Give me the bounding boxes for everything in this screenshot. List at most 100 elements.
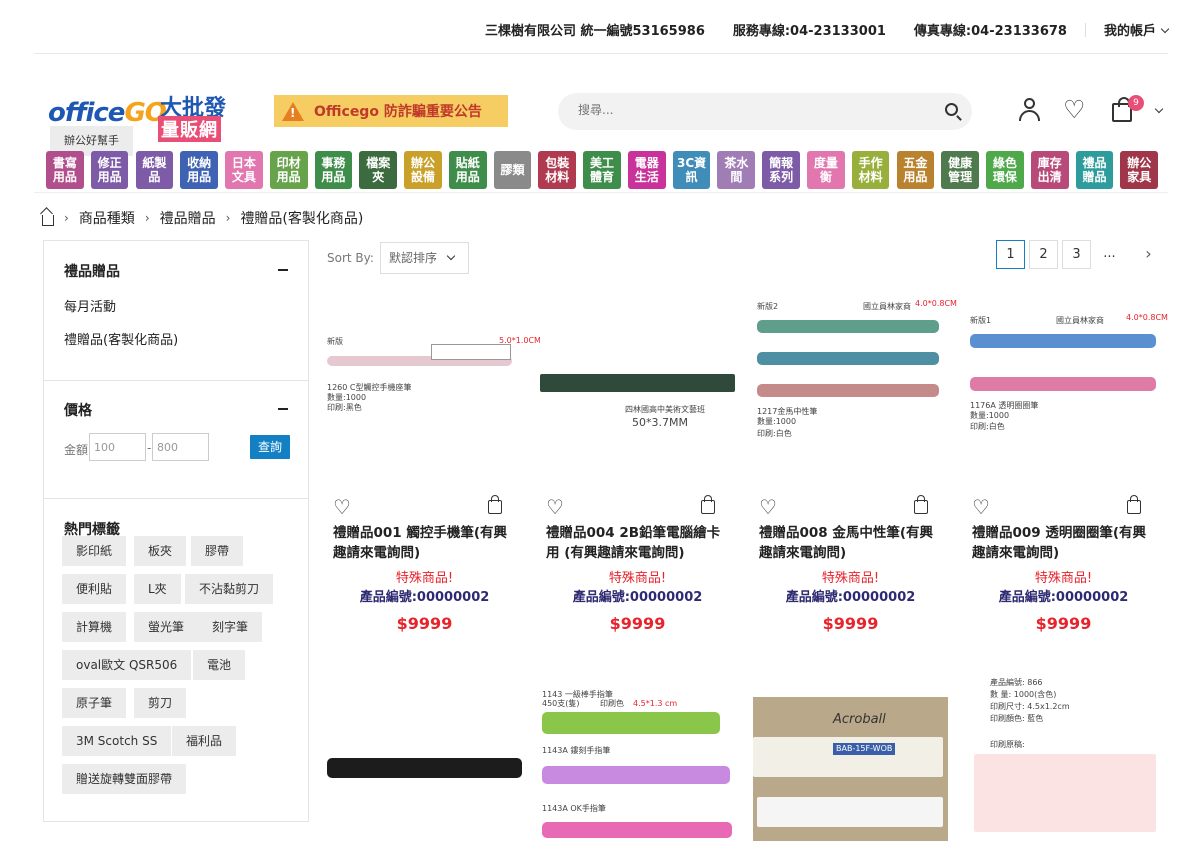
category-tile[interactable]: 簡報系列 [762, 151, 800, 189]
product-image[interactable]: 產品編號: 866 數 量: 1000(含色) 印刷尺寸: 4.5x1.2cm … [966, 676, 1161, 846]
product-image[interactable]: 新版 5.0*1.0CM 1260 C型觸控手機座筆 數量:1000 印刷:黑色 [327, 290, 541, 480]
category-tile[interactable]: 包裝材料 [538, 151, 577, 189]
wishlist-heart-icon[interactable]: ♡ [972, 495, 990, 519]
image-text: 新版 [327, 337, 343, 346]
tag-chip[interactable]: 影印紙 [62, 536, 127, 566]
category-tile[interactable]: 書寫用品 [46, 151, 84, 189]
product-name[interactable]: 禮贈品001 觸控手機筆(有興趣請來電詢問) [333, 523, 516, 563]
product-name[interactable]: 禮贈品004 2B鉛筆電腦繪卡用 (有興趣請來電詢問) [546, 523, 729, 563]
category-tile[interactable]: 辦公設備 [404, 151, 442, 189]
category-tile[interactable]: 美工體育 [583, 151, 621, 189]
category-tile[interactable]: 貼紙用品 [448, 151, 487, 189]
next-page-icon[interactable]: › [1134, 240, 1163, 269]
tag-chip[interactable]: 刻字筆 [198, 612, 263, 642]
category-tile[interactable]: 度量衡 [807, 151, 845, 189]
tag-chip[interactable]: 原子筆 [62, 688, 127, 718]
tag-chip[interactable]: 膠帶 [191, 536, 244, 566]
add-to-cart-icon[interactable] [488, 495, 502, 514]
banner-text: Officego 防詐騙重要公告 [314, 104, 482, 120]
product-name[interactable]: 禮贈品009 透明圈圈筆(有興趣請來電詢問) [972, 523, 1155, 563]
cart-icon[interactable]: 9 [1110, 95, 1164, 124]
tag-chip[interactable]: 贈送旋轉雙面膠帶 [62, 764, 187, 794]
tag-chip[interactable]: 3M Scotch SS [62, 726, 172, 756]
add-to-cart-icon[interactable] [1127, 495, 1141, 514]
category-tile[interactable]: 收納用品 [180, 151, 218, 189]
pen-image [974, 754, 1156, 832]
category-tile[interactable]: 膠類 [493, 151, 532, 189]
top-bar: 三棵樹有限公司 統一編號53165986 服務專線:04-23133001 傳真… [34, 0, 1170, 54]
add-to-cart-icon[interactable] [914, 495, 928, 514]
product-code: 產品編號:00000002 [785, 590, 916, 605]
category-tile[interactable]: 五金用品 [896, 151, 935, 189]
product-image[interactable]: 四林國高中美術文藝班 50*3.7MM [540, 290, 735, 480]
pen-image [970, 334, 1156, 348]
pen-image [757, 384, 939, 397]
category-tile[interactable]: 健康管理 [941, 151, 979, 189]
category-tile[interactable]: 印材用品 [269, 151, 308, 189]
category-tile[interactable]: 電器生活 [627, 151, 666, 189]
product-price: $9999 [396, 614, 453, 633]
site-logo[interactable]: officeGO 辦公好幫手 大批發 量販網 [48, 80, 233, 156]
wishlist-heart-icon[interactable]: ♡ [1063, 96, 1091, 124]
product-price: $9999 [609, 614, 666, 633]
section-title: 禮品贈品 [64, 264, 120, 280]
product-image[interactable]: 新版1 國立員林家商 4.0*0.8CM 1176A 透明圈圈筆 數量:1000… [966, 290, 1168, 480]
product-image[interactable]: 新版2 國立員林家商 4.0*0.8CM 1217金馬中性筆 數量:1000 印… [753, 290, 957, 480]
product-name[interactable]: 禮贈品008 金馬中性筆(有興趣請來電詢問) [759, 523, 942, 563]
tag-chip[interactable]: 不沾黏剪刀 [185, 574, 274, 604]
category-tile[interactable]: 禮品贈品 [1075, 151, 1114, 189]
tag-chip[interactable]: 電池 [193, 650, 246, 680]
product-image[interactable]: 1143 一級棒手指筆 450支(隻) 印刷色 4.5*1.3 cm 1143A… [540, 684, 735, 863]
tag-chip[interactable]: 剪刀 [134, 688, 187, 718]
product-image[interactable] [327, 750, 522, 790]
category-tile[interactable]: 綠色環保 [986, 151, 1024, 189]
collapse-icon[interactable] [278, 408, 288, 410]
category-tile[interactable]: 茶水間 [717, 151, 756, 189]
page-2[interactable]: 2 [1029, 240, 1058, 269]
search-input[interactable] [578, 103, 918, 117]
tag-chip[interactable]: L夾 [134, 574, 181, 604]
price-max-input[interactable] [152, 433, 209, 461]
category-tile[interactable]: 紙製品 [135, 151, 174, 189]
tag-chip[interactable]: 螢光筆 [134, 612, 199, 642]
tag-chip[interactable]: 福利品 [172, 726, 237, 756]
fraud-notice-banner[interactable]: Officego 防詐騙重要公告 [274, 95, 508, 127]
category-filter-section: 禮品贈品 每月活動 禮贈品(客製化商品) [44, 241, 308, 381]
sidebar-link-custom-gifts[interactable]: 禮贈品(客製化商品) [64, 329, 178, 348]
price-query-button[interactable]: 查詢 [250, 435, 290, 459]
image-text: 1143A 鏤刻手指筆 [542, 746, 611, 755]
category-tile[interactable]: 手作材料 [851, 151, 890, 189]
user-icon[interactable] [1016, 96, 1044, 124]
product-image[interactable]: Acroball BAB-15F-WOB [753, 697, 948, 841]
tag-chip[interactable]: 板夾 [134, 536, 187, 566]
category-tile[interactable]: 修正用品 [90, 151, 129, 189]
page-3[interactable]: 3 [1062, 240, 1091, 269]
category-tile[interactable]: 辦公家具 [1120, 151, 1159, 189]
breadcrumb-item[interactable]: 商品種類 [79, 208, 135, 228]
add-to-cart-icon[interactable] [701, 495, 715, 514]
category-tile[interactable]: 3C資訊 [672, 151, 711, 189]
search-icon[interactable] [945, 103, 958, 116]
category-tile[interactable]: 事務用品 [314, 151, 353, 189]
service-phone[interactable]: 服務專線:04-23133001 [733, 20, 886, 39]
price-min-input[interactable] [89, 433, 146, 461]
breadcrumb-item[interactable]: 禮品贈品 [160, 208, 216, 228]
home-icon[interactable] [42, 214, 54, 226]
sidebar-link-monthly[interactable]: 每月活動 [64, 296, 116, 315]
category-tile[interactable]: 檔案夾 [359, 151, 398, 189]
sort-select[interactable]: 默認排序 [380, 242, 469, 274]
wishlist-heart-icon[interactable]: ♡ [546, 495, 564, 519]
category-tile[interactable]: 日本文具 [225, 151, 263, 189]
product-code: 產品編號:00000002 [359, 590, 490, 605]
tag-chip[interactable]: oval歐文 QSR506 [62, 650, 192, 680]
collapse-icon[interactable] [278, 269, 288, 271]
print-sample [431, 344, 511, 360]
tag-chip[interactable]: 便利貼 [62, 574, 127, 604]
wishlist-heart-icon[interactable]: ♡ [759, 495, 777, 519]
tag-chip[interactable]: 計算機 [62, 612, 127, 642]
page-1[interactable]: 1 [996, 240, 1025, 269]
my-account-menu[interactable]: 我的帳戶 [1104, 20, 1170, 39]
wishlist-heart-icon[interactable]: ♡ [333, 495, 351, 519]
chevron-down-icon[interactable] [1154, 104, 1164, 114]
category-tile[interactable]: 庫存出清 [1030, 151, 1069, 189]
